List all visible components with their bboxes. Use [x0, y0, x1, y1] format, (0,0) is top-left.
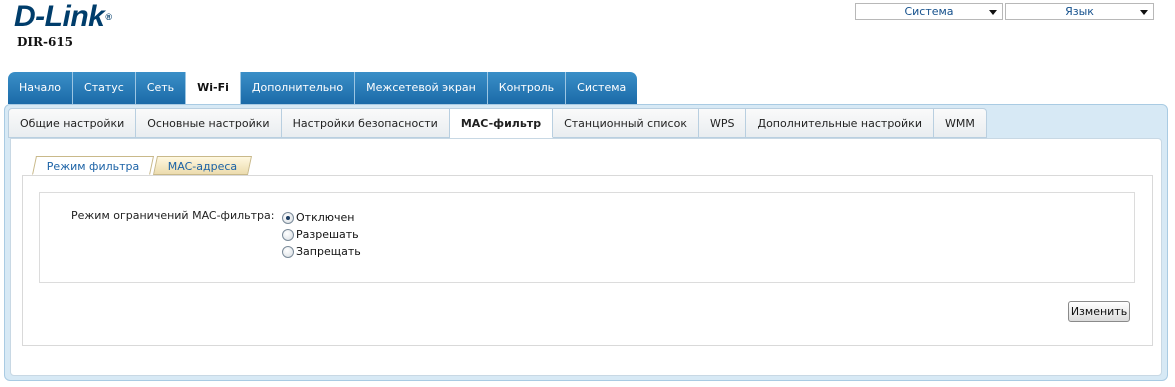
sub-tab-mac-filter[interactable]: MAC-фильтр	[449, 108, 554, 138]
radio-disabled-label: Отключен	[296, 211, 355, 224]
radio-checked-icon[interactable]	[282, 211, 294, 224]
sub-tab-wps[interactable]: WPS	[698, 108, 747, 138]
change-button[interactable]: Изменить	[1068, 301, 1130, 322]
main-tab-home[interactable]: Начало	[8, 72, 74, 104]
mac-filter-tabs: Режим фильтра MAC-адреса	[31, 156, 254, 175]
wifi-sub-nav: Общие настройки Основные настройки Настр…	[8, 108, 987, 138]
main-tab-system[interactable]: Система	[566, 72, 638, 104]
filter-mode-label: Режим ограничений MAC-фильтра:	[71, 209, 275, 222]
language-select-value: Язык	[1065, 5, 1094, 18]
router-admin-page: D-Link® DIR-615 Система Язык Начало Стат…	[0, 0, 1175, 387]
language-select[interactable]: Язык	[1005, 3, 1154, 20]
sub-tab-wmm[interactable]: WMM	[933, 108, 987, 138]
chevron-down-icon	[1140, 10, 1148, 15]
radio-unchecked-icon[interactable]	[282, 228, 294, 241]
sub-tab-station-list[interactable]: Станционный список	[553, 108, 699, 138]
main-tab-advanced[interactable]: Дополнительно	[240, 72, 356, 104]
radio-allow[interactable]: Разрешать	[282, 228, 359, 241]
radio-unchecked-icon[interactable]	[282, 245, 294, 258]
chevron-down-icon	[989, 10, 997, 15]
main-nav: Начало Статус Сеть Wi-Fi Дополнительно М…	[8, 72, 638, 105]
sub-tab-basic[interactable]: Основные настройки	[136, 108, 282, 138]
main-tab-status[interactable]: Статус	[73, 72, 136, 104]
model-name: DIR-615	[17, 35, 74, 49]
main-tab-wifi[interactable]: Wi-Fi	[186, 72, 241, 105]
radio-allow-label: Разрешать	[296, 228, 359, 241]
main-tab-firewall[interactable]: Межсетевой экран	[355, 72, 488, 104]
system-select[interactable]: Система	[855, 3, 1003, 20]
sub-tab-security[interactable]: Настройки безопасности	[281, 108, 450, 138]
dlink-logo: D-Link®	[14, 0, 112, 33]
radio-disabled[interactable]: Отключен	[282, 211, 354, 224]
system-select-value: Система	[904, 5, 954, 18]
tab-filter-mode[interactable]: Режим фильтра	[31, 156, 155, 175]
tab-mac-addresses[interactable]: MAC-адреса	[153, 156, 253, 175]
main-tab-control[interactable]: Контроль	[487, 72, 567, 104]
sub-tab-general[interactable]: Общие настройки	[8, 108, 137, 138]
sub-tab-additional[interactable]: Дополнительные настройки	[746, 108, 934, 138]
radio-deny-label: Запрещать	[296, 245, 361, 258]
main-tab-network[interactable]: Сеть	[135, 72, 187, 104]
radio-deny[interactable]: Запрещать	[282, 245, 361, 258]
filter-settings-group	[39, 192, 1135, 283]
